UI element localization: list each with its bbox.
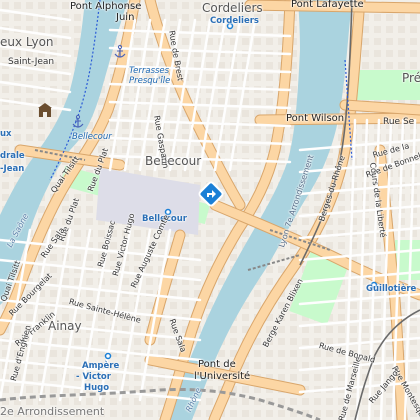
label-vieux-lyon: eux Lyon [0,35,54,49]
label-cordeliers-district: Cordeliers [202,1,263,15]
station-dot-ampere [104,352,112,360]
label-pont-wilson: Pont Wilson [286,113,345,124]
label-arrondissement-bottom: 2e Arrondissement [0,405,105,418]
label-cordeliers-station: Cordeliers [210,16,259,26]
label-bellecour-district: Bellecour [145,154,202,168]
label-pont-alphonse: Pont Alphonse [70,1,142,12]
label-bellecour-marina: Bellecour [72,132,112,142]
label-terrasses: Terrasses [129,66,170,76]
label-pont-lafayette: Pont Lafayette [291,0,364,10]
label-ampere-3: Hugo [84,383,110,393]
label-jean: -Jean [0,164,25,174]
label-saint-jean: Saint-Jean [8,57,55,67]
label-guillotiere: Guillotière [366,284,417,294]
label-pont-universite-2: l'Université [194,371,251,382]
label-drale: drale [0,151,25,161]
label-rue-servient: Rue Se [383,117,415,127]
label-presquile: Presqu'île [129,76,171,86]
map-canvas[interactable]: Pont Alphonse Juin Cordeliers Cordeliers… [0,0,420,420]
rue-servient-road [340,100,420,115]
direction-diamond-icon[interactable] [197,180,225,208]
label-ainay: Ainay [48,319,82,333]
label-ampere-2: - Victor [76,372,111,382]
label-ux: ux [0,129,12,139]
label-juin: Juin [116,12,135,23]
label-pre: Pré [402,71,420,85]
label-ampere-1: Ampère [82,361,120,371]
label-pont-universite-1: Pont de [198,359,236,370]
